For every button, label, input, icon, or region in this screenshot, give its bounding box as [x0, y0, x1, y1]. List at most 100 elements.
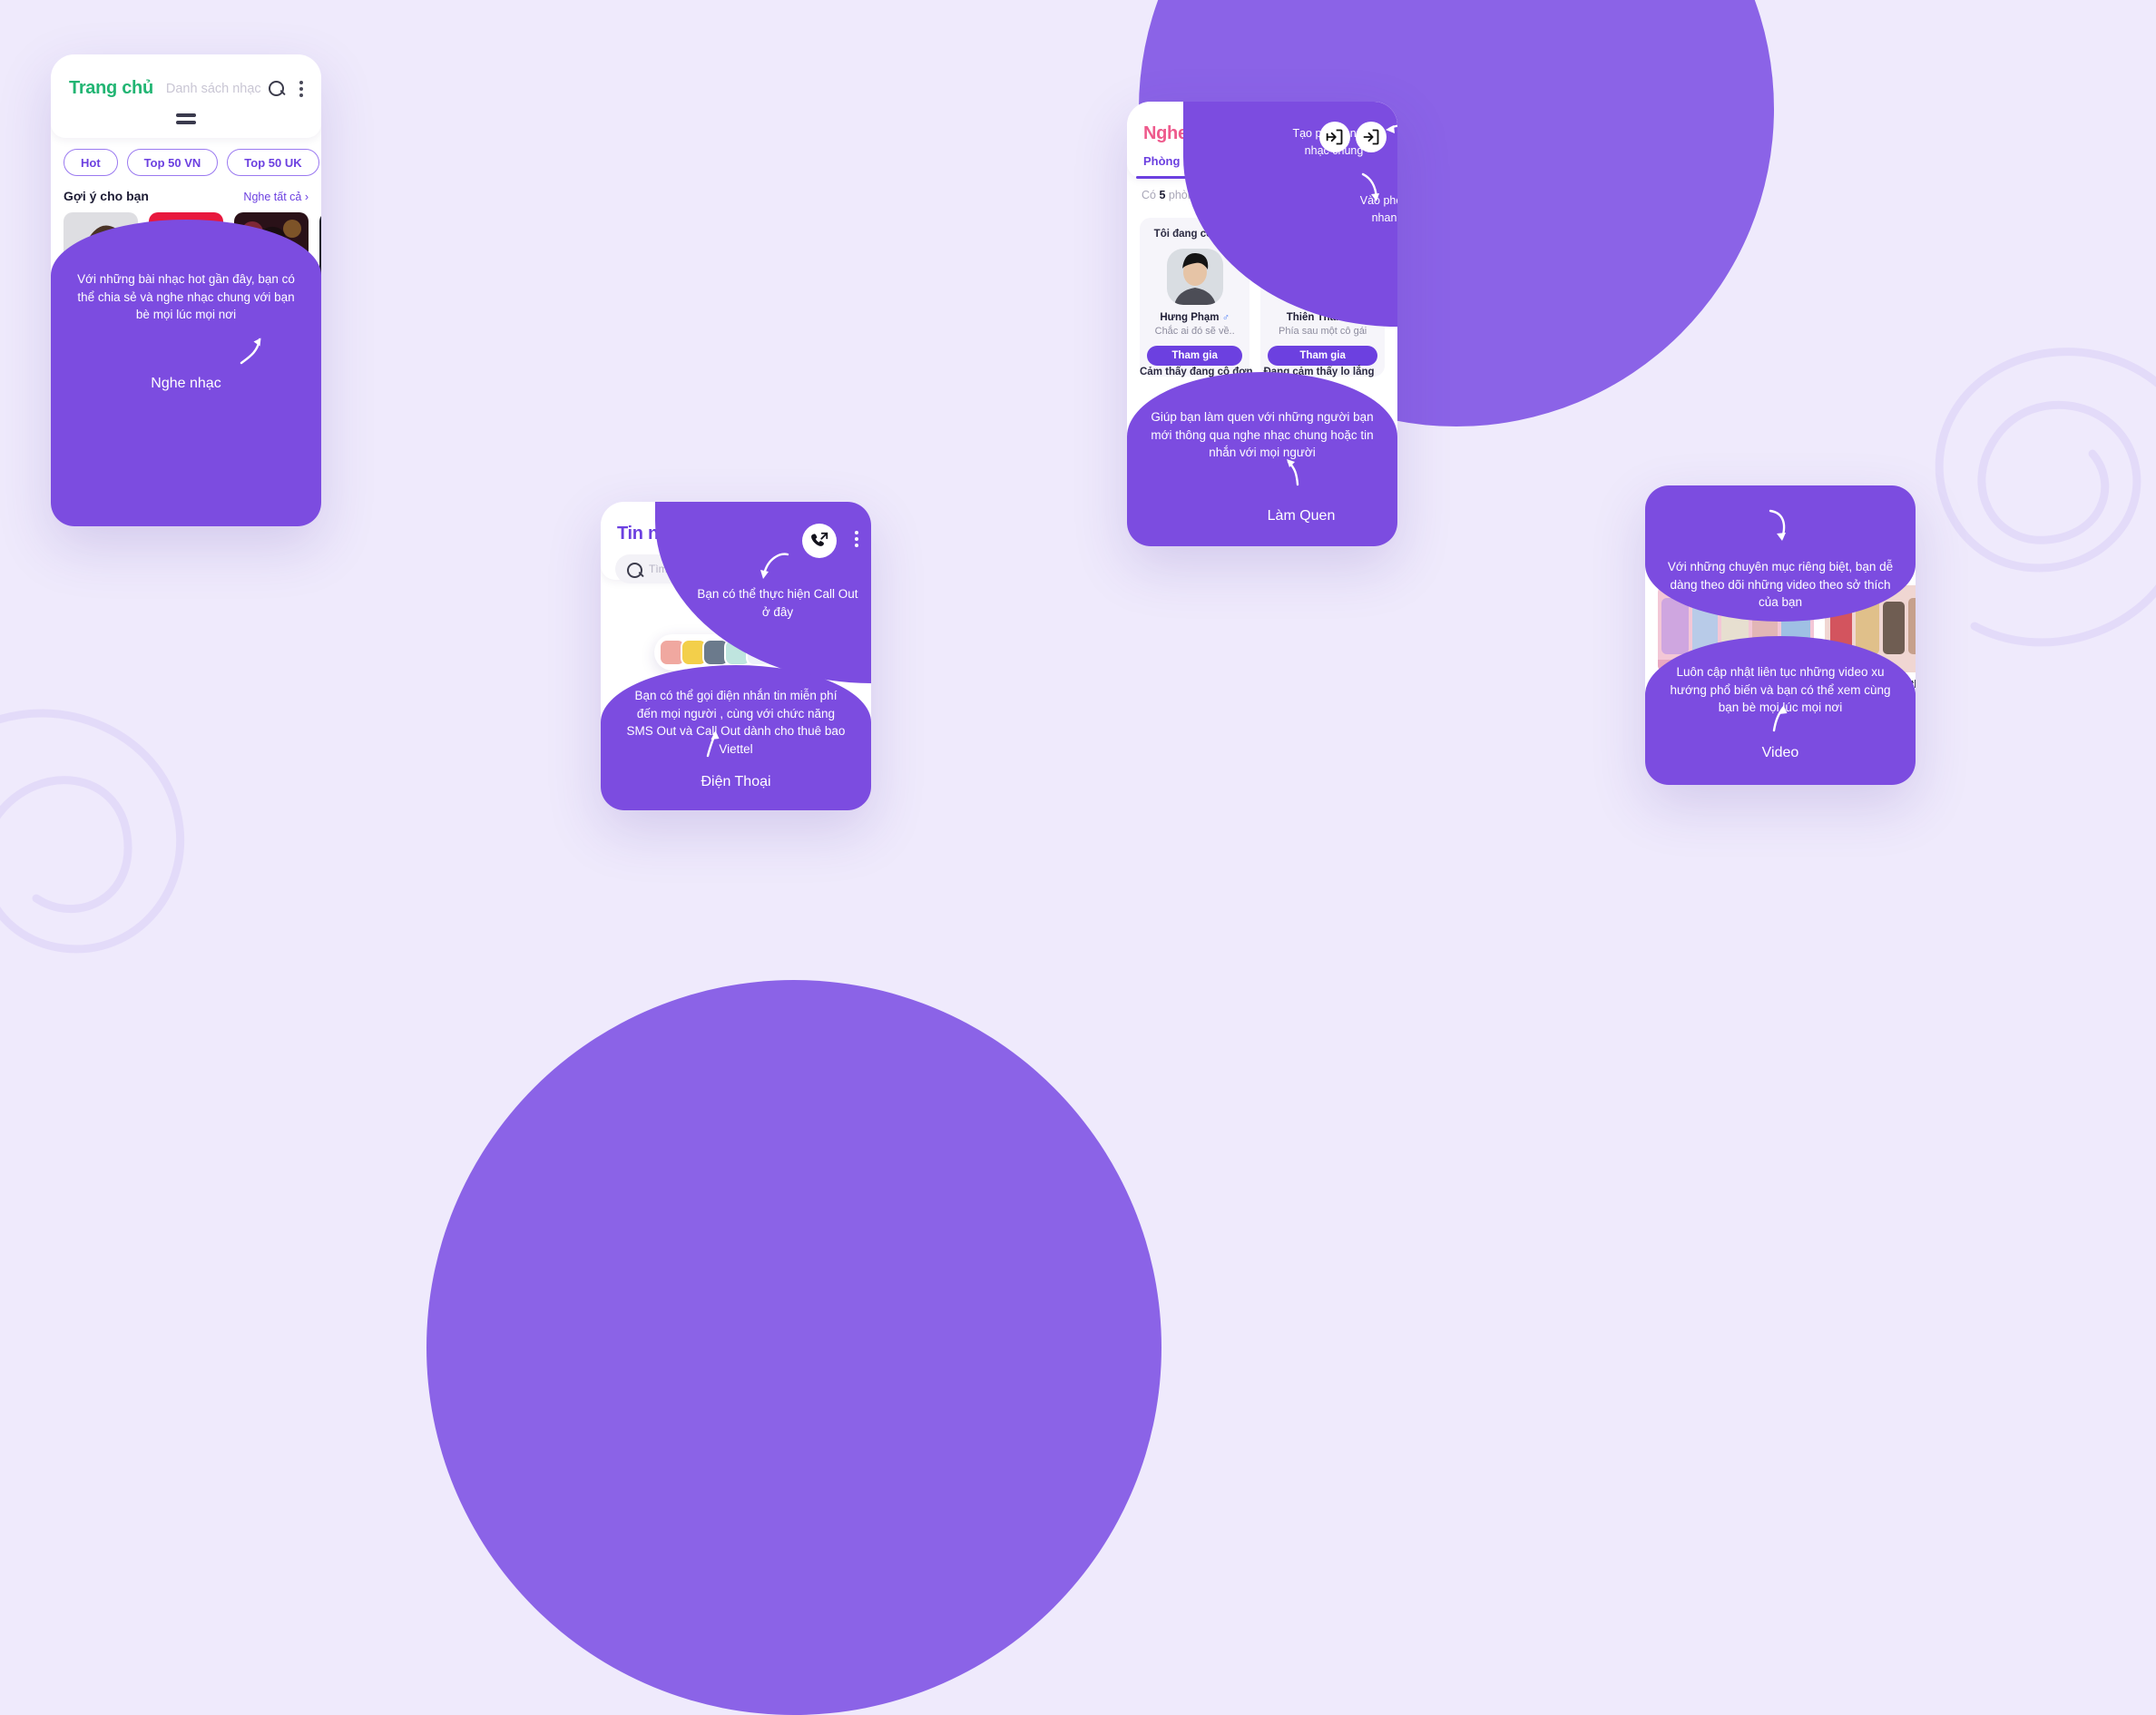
friend-avatar-stack — [64, 370, 122, 388]
more-vertical-icon[interactable] — [1897, 500, 1901, 516]
more-vertical-icon[interactable] — [1808, 681, 1812, 698]
section-link-label: Nghe tất cả — [243, 350, 302, 363]
channel-card[interactable]: BLACKPINK — [1781, 774, 1830, 785]
search-input[interactable]: Tìm kiếm theo tên hoặc số điện thoại — [615, 554, 857, 583]
trending-channel-list: Charlie TV Tuyên Hoàng BLACKPINK — [1658, 774, 1892, 785]
room-card[interactable]: Đang cảm thấy lo lắng Thanh Phía sau một… — [1263, 367, 1375, 504]
tab-personal-room[interactable]: Phòng cá nhân — [1143, 154, 1228, 168]
room-card[interactable]: Cảm thấy đang cô đơn Hưng Chắc ai đó sẽ … — [1140, 367, 1253, 504]
background-blob-bottom-left — [426, 980, 1161, 1715]
song-card[interactable]: Nắng ấm xa dần Sơn Tùng MTP — [64, 212, 138, 312]
video-title: This is the long title it drops to secon… — [1658, 680, 1798, 705]
tab-following[interactable]: Theo dõi — [1749, 498, 1795, 512]
room-host-name: Thanh — [1263, 450, 1295, 461]
quick-join-button[interactable] — [1356, 122, 1387, 152]
coach-overlay-label: Điện Thoại — [601, 774, 871, 790]
phone-screen-home: Trang chủ Danh sách nhạc Hot Top 50 VN T… — [51, 54, 321, 526]
hamburger-icon[interactable] — [176, 113, 196, 124]
start-chat-link[interactable]: Bắt đầu trò chuyện ngay bây giờ — [601, 724, 871, 737]
suggested-song-list: Nắng ấm xa dần Sơn Tùng MTP HAVANA Havan… — [64, 212, 321, 312]
section-header-suggestions: Gợi ý cho bạn Xem tất cả › — [1658, 562, 1903, 576]
search-placeholder: Tìm kiếm theo tên hoặc số điện thoại — [649, 563, 828, 575]
page-title: Tin nhắn — [617, 524, 691, 544]
song-artist: Sơn Tùng MTP — [64, 299, 138, 312]
room-card[interactable]: Cần tìm người tâm sự Thiên Thanh ♀ Phía … — [1260, 218, 1385, 377]
song-card[interactable]: IAL Đi đu đưa đi Bích Phương — [234, 212, 309, 312]
song-card[interactable]: Đi đ... — [319, 392, 321, 479]
avatar-pill[interactable]: +10 — [653, 634, 818, 671]
search-icon[interactable] — [1867, 500, 1883, 516]
count-value: 15 — [652, 683, 668, 698]
channel-avatar — [1783, 774, 1828, 785]
video-thumbnail — [1825, 585, 1916, 672]
join-room-button[interactable]: Tham gia — [1147, 346, 1243, 366]
enter-room-icon — [1363, 129, 1379, 145]
room-card-list: Tôi đang cô đơn Hưng Phạm ♂ Chắc ai đó s… — [1140, 218, 1385, 377]
coach-overlay-label-text: Điện Thoại — [701, 774, 771, 789]
channel-avatar — [1845, 774, 1890, 785]
call-out-button[interactable] — [802, 524, 837, 558]
filter-icon[interactable] — [1367, 187, 1381, 201]
chip-top50vn[interactable]: Top 50 VN — [126, 149, 219, 176]
channel-avatar — [1660, 774, 1705, 785]
room-title: Cảm thấy đang cô đơn — [1140, 367, 1253, 377]
count-prefix: Có — [1142, 189, 1160, 201]
tab-system-room[interactable]: Phòng từ hệ thống — [1262, 154, 1360, 168]
tab-new[interactable]: Mới — [1709, 498, 1729, 512]
divider — [64, 334, 309, 335]
section-link-see-all[interactable]: Xem tất cả › — [1842, 564, 1903, 576]
page-title: Nghe nhạc — [1143, 123, 1234, 143]
tab-movies[interactable]: Phim — [1815, 498, 1842, 512]
chip-top50uk[interactable]: Top 50 UK — [227, 149, 319, 176]
song-card[interactable]: EDM EDM 2019 — [234, 392, 309, 479]
join-room-button[interactable]: Tham gia — [1268, 346, 1377, 366]
song-card[interactable]: Sóng Jack — [319, 212, 321, 312]
avatar — [1168, 387, 1225, 443]
join-room-button[interactable]: Tham gia — [1140, 484, 1253, 504]
join-room-button[interactable]: Tham gia — [1263, 484, 1375, 504]
channel-card[interactable]: Charlie TV — [1658, 774, 1707, 785]
room-host-name: Hưng Phạm ♂ — [1147, 312, 1242, 323]
empty-rooms-count: Có 5 phòng trống — [1142, 189, 1230, 201]
svg-text:Đưa: Đưa — [90, 421, 112, 435]
channel-card[interactable]: MTown — [1843, 774, 1892, 785]
more-vertical-icon[interactable] — [855, 531, 858, 547]
friends-listening-row[interactable]: Eliza Mann, Rosie và 10 bạn khác — [64, 370, 288, 388]
song-title: EDM 2019 — [234, 466, 289, 479]
avatar — [1294, 249, 1351, 305]
tab-contacts[interactable]: Danh bạ — [705, 527, 753, 542]
create-room-button[interactable] — [1319, 122, 1350, 152]
male-icon: ♂ — [1221, 312, 1230, 323]
song-artwork: Đưa — [64, 392, 138, 466]
section-header-friends: Bạn bè đang nghe Nghe tất cả › — [64, 348, 309, 363]
more-vertical-icon[interactable] — [299, 80, 303, 97]
video-card[interactable]: This is the long title it drops to secon… — [1825, 585, 1916, 721]
song-artwork — [319, 212, 321, 287]
section-link-listen-all[interactable]: Nghe tất cả › — [243, 350, 309, 363]
room-song: Phía sau một cô gái — [1263, 464, 1352, 475]
song-card[interactable]: Đưa Đưa nhau đi trốn — [64, 392, 138, 479]
avatar — [1290, 387, 1348, 443]
video-views: 12k lượt xem — [1890, 710, 1916, 722]
list-icon[interactable] — [1339, 187, 1354, 201]
room-card[interactable]: Tôi đang cô đơn Hưng Phạm ♂ Chắc ai đó s… — [1140, 218, 1250, 377]
count-suffix: người có thể nhận tin nhắn từ ứng dụng M… — [667, 684, 837, 715]
section-link-listen-all[interactable]: Nghe tất cả › — [243, 191, 309, 203]
song-card[interactable]: HAVANA Havana Camila Cabello — [149, 212, 223, 312]
song-card[interactable]: Mixtap 2019 — [149, 392, 223, 479]
song-title: Nắng ấm xa dần — [64, 287, 138, 299]
channel-card[interactable]: Tuyên Hoàng — [1720, 774, 1769, 785]
host-name-text: Thiên Thanh — [1286, 312, 1349, 323]
song-artist: Jack — [319, 299, 321, 312]
search-icon — [627, 562, 642, 578]
count-prefix: Có — [635, 684, 652, 697]
count-suffix: phòng trống — [1165, 189, 1230, 201]
search-icon[interactable] — [269, 80, 285, 97]
room-title: Cần tìm người tâm sự — [1268, 229, 1377, 240]
section-link-label: Nghe tất cả — [243, 191, 302, 203]
section-title: Kênh thịnh hành — [1658, 750, 1759, 765]
chip-hot[interactable]: Hot — [64, 149, 118, 176]
phone-screen-messages: Tin nhắn Danh bạ Tìm kiếm theo tên hoặc … — [601, 502, 871, 810]
video-card[interactable]: 5:08 This is the long title it drops to … — [1658, 585, 1814, 721]
tab-playlists[interactable]: Danh sách nhạc — [166, 82, 261, 96]
